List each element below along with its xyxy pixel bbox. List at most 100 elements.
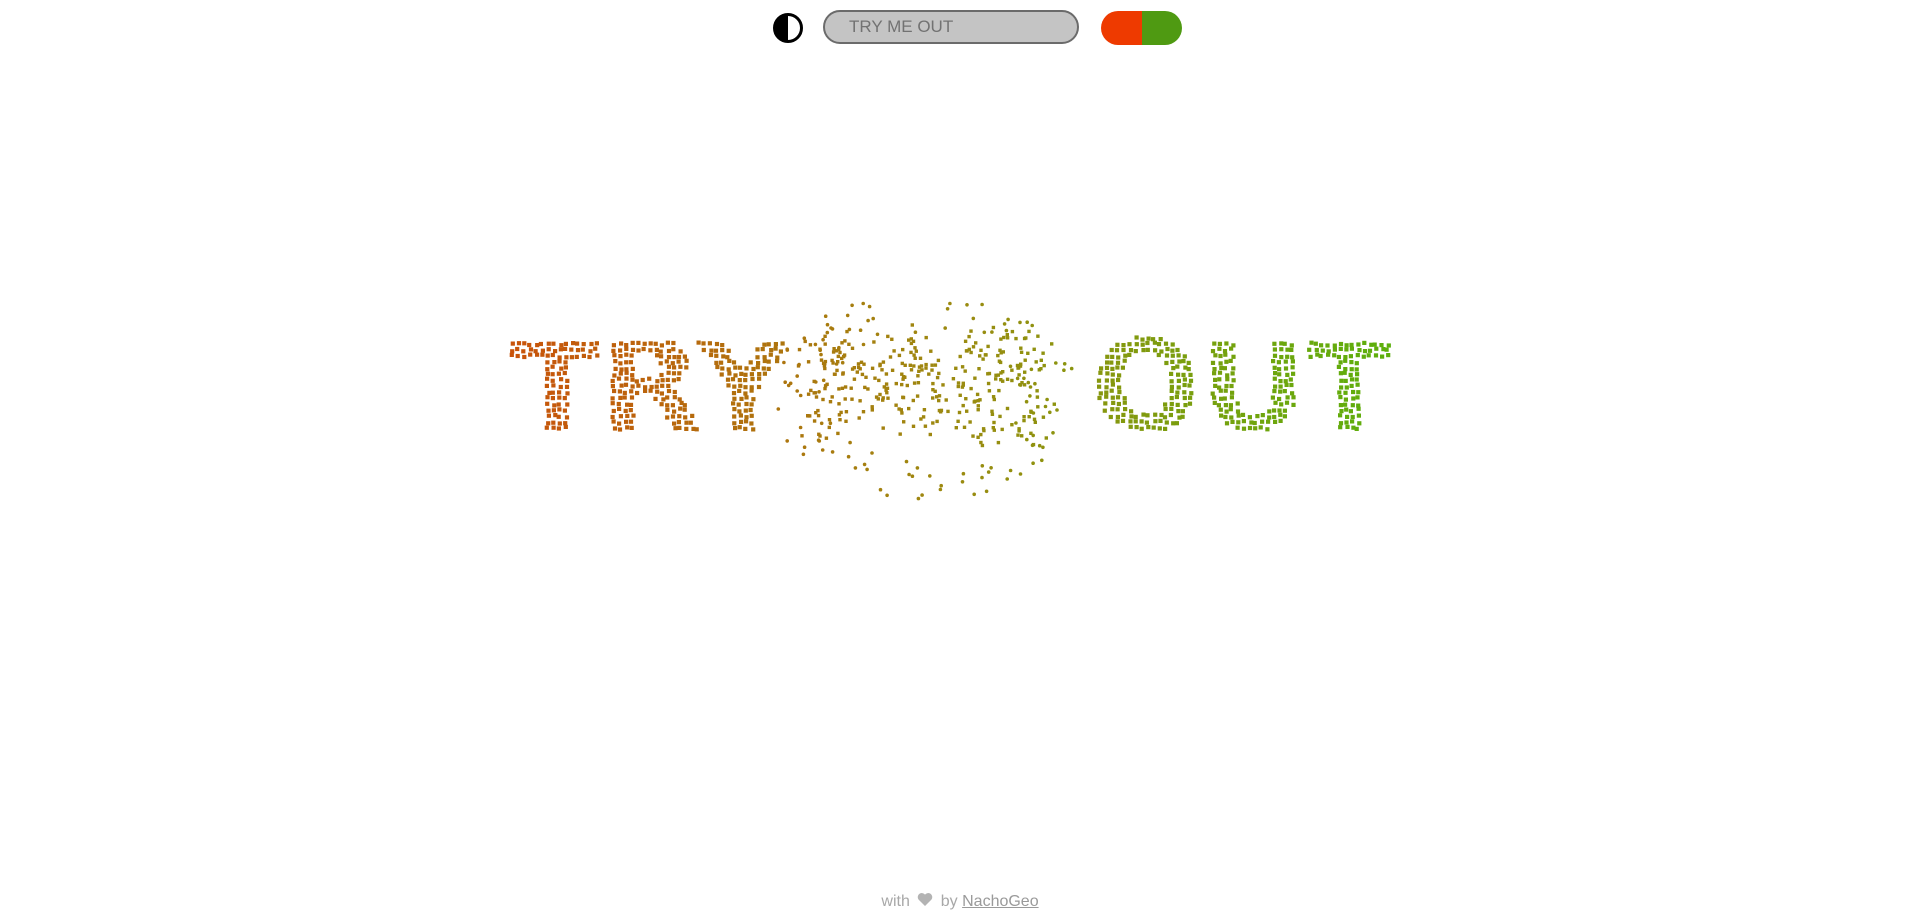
particle: [756, 384, 762, 390]
particle: [616, 401, 621, 407]
particle: [1361, 354, 1366, 359]
color-toggle-left[interactable]: [1101, 11, 1142, 45]
particle: [844, 410, 849, 414]
particle: [812, 419, 817, 423]
particle: [618, 348, 623, 353]
particle: [803, 339, 807, 344]
particle: [1343, 390, 1348, 395]
particle: [1386, 353, 1391, 358]
particle: [909, 368, 914, 372]
particle: [1354, 426, 1359, 431]
particle: [684, 358, 689, 363]
particle: [528, 352, 533, 357]
particle: [1357, 348, 1362, 353]
particle: [1337, 390, 1342, 395]
particle: [860, 372, 865, 377]
particle: [1351, 396, 1356, 401]
particle: [969, 386, 973, 391]
particle: [841, 372, 845, 376]
particle: [1036, 405, 1040, 409]
particle: [563, 341, 568, 346]
particle: [1224, 341, 1229, 346]
particle: [1181, 372, 1186, 377]
particle: [545, 367, 550, 372]
particle: [1279, 402, 1284, 407]
particle: [661, 397, 666, 402]
particle: [571, 341, 576, 346]
text-input[interactable]: [823, 10, 1079, 44]
particle: [1062, 368, 1066, 373]
particle-canvas[interactable]: [0, 56, 1920, 876]
particle: [743, 372, 748, 377]
particle: [666, 388, 672, 394]
particle: [1229, 383, 1234, 389]
particle: [1313, 341, 1318, 346]
particle: [1116, 377, 1121, 383]
particle: [755, 355, 760, 360]
particle: [625, 402, 630, 407]
particle: [648, 341, 653, 346]
particle: [1163, 341, 1169, 346]
particle: [757, 372, 762, 377]
particle: [731, 360, 737, 365]
particle: [1005, 406, 1010, 411]
particle: [1224, 359, 1229, 364]
particle: [1260, 413, 1265, 418]
particle: [1273, 400, 1278, 405]
particle: [1111, 400, 1116, 405]
particle: [664, 359, 669, 364]
particle: [1350, 403, 1355, 408]
particle: [634, 379, 639, 384]
particle: [986, 344, 990, 349]
particle: [769, 348, 774, 353]
particle: [1278, 412, 1283, 417]
particle: [913, 346, 917, 350]
particle: [850, 346, 855, 350]
particle: [1309, 340, 1314, 345]
particle: [1026, 380, 1031, 385]
particle: [515, 353, 520, 359]
particle: [629, 395, 635, 400]
contrast-toggle-icon[interactable]: [772, 12, 804, 44]
particle: [738, 413, 743, 418]
particle: [610, 384, 615, 389]
particle: [997, 388, 1001, 393]
particle: [1169, 406, 1174, 411]
particle: [1223, 352, 1228, 357]
particle: [515, 346, 520, 352]
particle: [1235, 409, 1241, 414]
particle: [556, 402, 561, 407]
color-scheme-toggle[interactable]: [1101, 11, 1182, 45]
particle: [732, 384, 737, 389]
particle: [907, 406, 911, 411]
color-toggle-right[interactable]: [1141, 11, 1182, 45]
particle: [563, 365, 568, 370]
particle: [1349, 367, 1354, 372]
particle: [733, 365, 738, 370]
particle: [894, 381, 898, 386]
particle: [535, 352, 540, 357]
particle: [678, 349, 683, 354]
particle: [1097, 384, 1102, 389]
particle: [1169, 396, 1174, 401]
particle: [1054, 361, 1058, 365]
particle: [725, 377, 731, 382]
particle: [916, 374, 920, 378]
particle: [948, 301, 952, 306]
particle: [725, 355, 730, 360]
particle: [987, 389, 992, 393]
particle: [1276, 360, 1281, 365]
particle: [913, 356, 917, 360]
particle: [929, 349, 933, 353]
particle: [1356, 413, 1361, 418]
particle: [825, 330, 830, 335]
particle: [665, 403, 670, 408]
particle: [1182, 382, 1187, 388]
particle: [1105, 371, 1110, 376]
particle: [1339, 409, 1344, 414]
author-link[interactable]: NachoGeo: [962, 893, 1039, 910]
particle: [999, 337, 1003, 341]
particle: [865, 467, 869, 472]
particle: [636, 340, 641, 345]
particle: [1218, 361, 1223, 366]
